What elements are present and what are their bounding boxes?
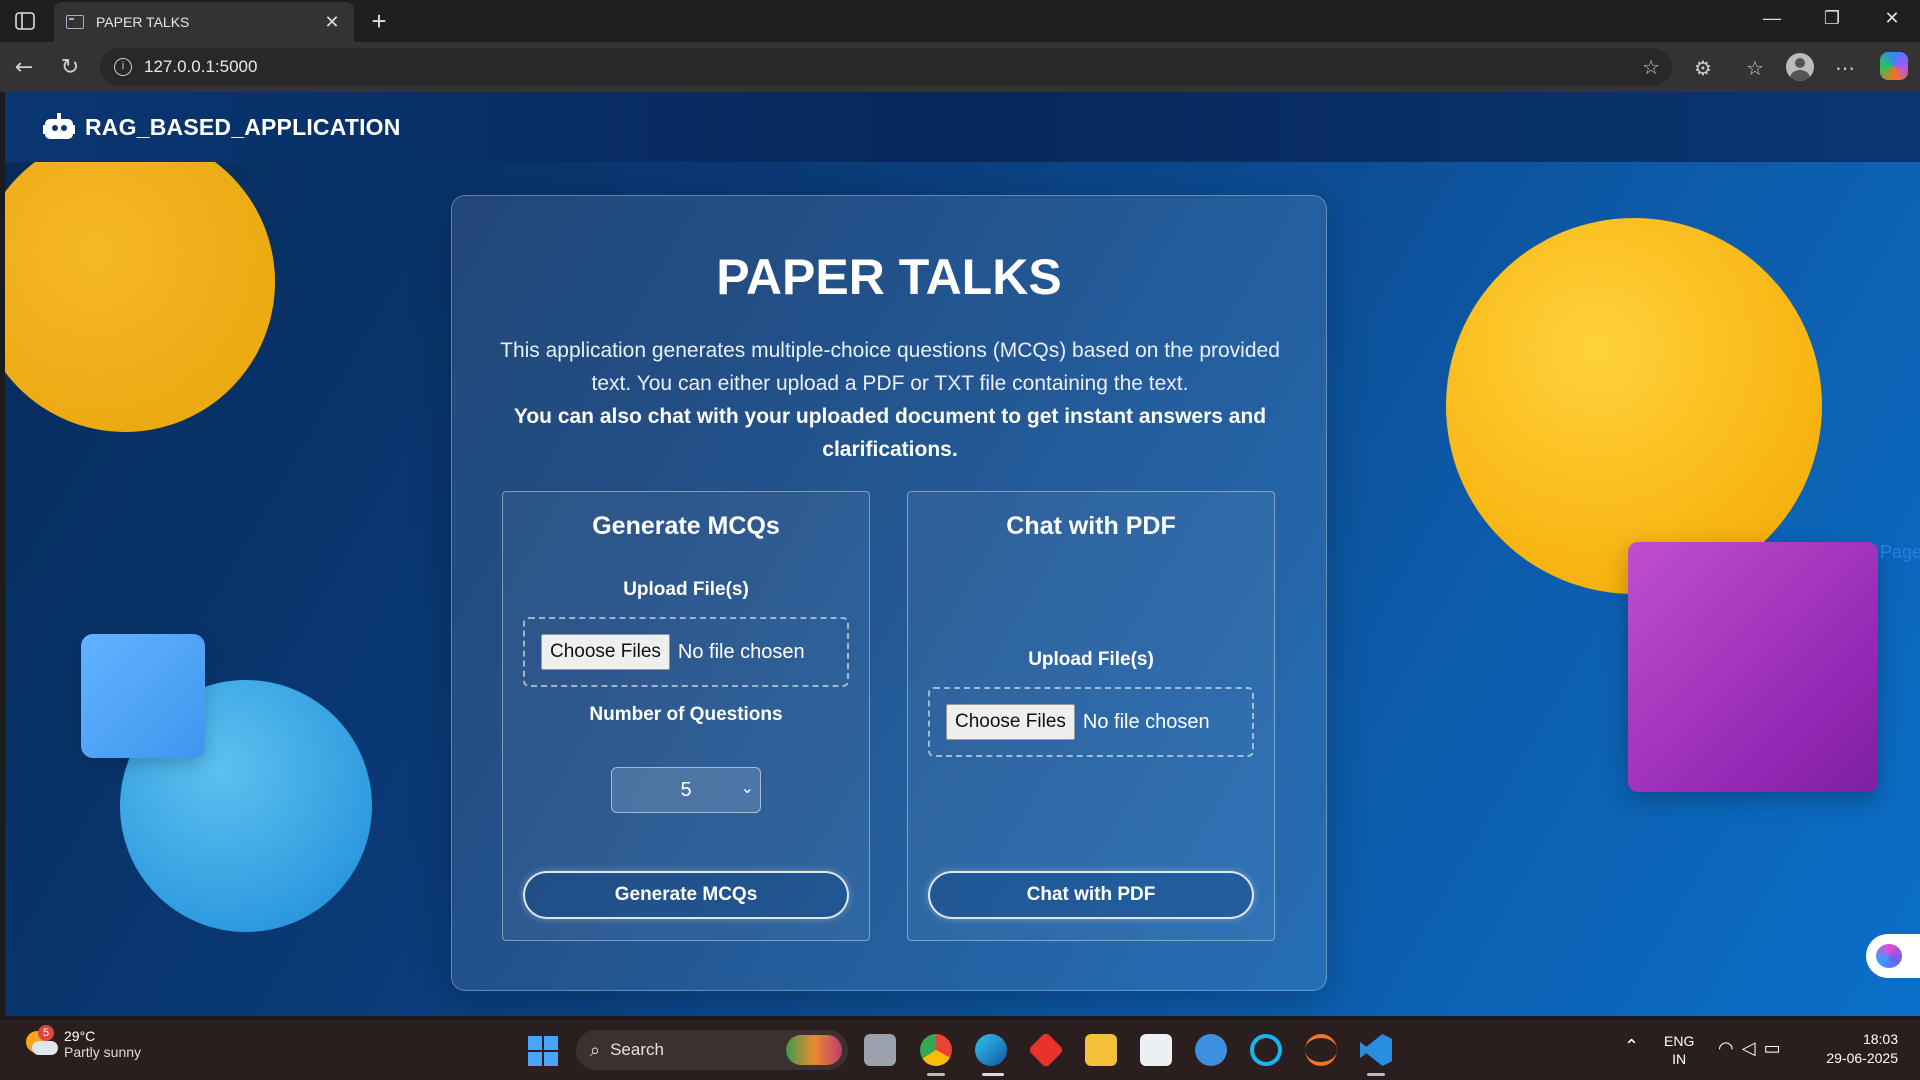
vscode-icon[interactable] <box>1360 1034 1392 1066</box>
decor-yellow-circle-right <box>1446 218 1822 594</box>
store-icon[interactable] <box>1140 1034 1172 1066</box>
tab-close-icon[interactable]: ✕ <box>322 12 342 33</box>
back-icon[interactable]: ← <box>10 54 38 82</box>
mcq-file-input[interactable]: Choose Files No file chosen <box>523 617 849 687</box>
questions-select[interactable]: 5 ⌄ <box>611 767 761 813</box>
new-tab-button[interactable]: + <box>364 6 394 36</box>
tab-title: PAPER TALKS <box>96 14 190 30</box>
app-description-bold: You can also chat with your uploaded doc… <box>513 405 1267 461</box>
mcq-file-status: No file chosen <box>677 640 805 663</box>
start-icon[interactable] <box>528 1036 558 1066</box>
lang-top: ENG <box>1664 1033 1695 1049</box>
generate-mcqs-button[interactable]: Generate MCQs <box>523 871 849 919</box>
mcq-choose-files-button[interactable]: Choose Files <box>541 634 670 670</box>
brand-title[interactable]: RAG_BASED_APPLICATION <box>85 114 401 141</box>
jupyter-icon[interactable] <box>1305 1034 1337 1066</box>
search-icon: ⌕ <box>590 1039 601 1061</box>
info-icon[interactable]: i <box>114 58 132 76</box>
questions-label: Number of Questions <box>589 704 783 725</box>
more-icon[interactable]: ⋯ <box>1830 53 1860 83</box>
main-card: PAPER TALKS This application generates m… <box>451 195 1327 991</box>
edge-active-indicator <box>982 1073 1004 1076</box>
chat-with-pdf-button[interactable]: Chat with PDF <box>928 871 1254 919</box>
star-icon[interactable]: ☆ <box>1642 55 1660 79</box>
chevron-down-icon: ⌄ <box>740 778 754 797</box>
weather-widget[interactable]: 5 29°C Partly sunny <box>24 1025 142 1060</box>
tray-chevron-icon[interactable]: ⌃ <box>1624 1036 1639 1057</box>
app-navbar: RAG_BASED_APPLICATION <box>5 92 1920 162</box>
chat-choose-files-button[interactable]: Choose Files <box>946 704 1075 740</box>
weather-desc: Partly sunny <box>64 1044 142 1060</box>
chrome-active-indicator <box>927 1073 945 1076</box>
weather-badge: 5 <box>38 1025 54 1041</box>
git-icon[interactable] <box>1027 1031 1065 1069</box>
lang-bottom: IN <box>1672 1051 1687 1067</box>
favicon-icon <box>66 15 84 29</box>
clock-date: 29-06-2025 <box>1826 1050 1898 1066</box>
decor-yellow-circle-left <box>5 132 275 432</box>
task-view-icon[interactable] <box>864 1034 896 1066</box>
restore-button[interactable]: ❐ <box>1812 8 1852 29</box>
tray-status-icons[interactable]: ◠◁▭ <box>1718 1038 1789 1059</box>
search-label: Search <box>610 1040 664 1059</box>
chrome-icon[interactable] <box>920 1034 952 1066</box>
profile-icon[interactable] <box>1786 53 1814 81</box>
chat-file-status: No file chosen <box>1082 710 1210 733</box>
weather-temp: 29°C <box>64 1028 96 1044</box>
chat-panel: Chat with PDF Upload File(s) Choose File… <box>907 491 1275 941</box>
decor-purple-square <box>1628 542 1878 792</box>
mcq-panel: Generate MCQs Upload File(s) Choose File… <box>502 491 870 941</box>
wifi-icon[interactable]: ◠ <box>1718 1038 1742 1058</box>
robot-icon <box>43 113 75 141</box>
browser-tab-bar: PAPER TALKS ✕ + — ❐ ✕ <box>0 0 1920 42</box>
clock-time: 18:03 <box>1862 1031 1898 1047</box>
search-highlight-image <box>786 1035 842 1065</box>
page-viewport: Page RAG_BASED_APPLICATION PAPER TALKS T… <box>5 92 1920 1016</box>
page-title: PAPER TALKS <box>716 249 1062 305</box>
browser-tab[interactable]: PAPER TALKS ✕ <box>54 2 354 42</box>
favorites-icon[interactable]: ☆ <box>1740 53 1770 83</box>
taskbar: 5 29°C Partly sunny ⌕ Search ⌃ ENG IN ◠◁… <box>0 1020 1920 1080</box>
file-explorer-icon[interactable] <box>1085 1034 1117 1066</box>
volume-icon[interactable]: ◁ <box>1742 1038 1764 1058</box>
address-bar-row: ← ↻ i 127.0.0.1:5000 ☆ ⚙ ☆ ⋯ <box>0 42 1920 92</box>
vscode-active-indicator <box>1367 1073 1385 1076</box>
copilot-icon[interactable] <box>1880 52 1908 80</box>
brain-icon <box>1876 944 1902 968</box>
chat-upload-label: Upload File(s) <box>1028 649 1154 670</box>
chat-panel-heading: Chat with PDF <box>1006 512 1176 540</box>
clock[interactable]: 18:03 29-06-2025 <box>1814 1030 1898 1068</box>
help-icon[interactable] <box>1195 1034 1227 1066</box>
cortana-icon[interactable] <box>1250 1034 1282 1066</box>
taskbar-search[interactable]: ⌕ Search <box>576 1030 848 1070</box>
refresh-icon[interactable]: ↻ <box>56 54 84 82</box>
url-input[interactable]: i 127.0.0.1:5000 ☆ <box>100 48 1672 86</box>
minimize-button[interactable]: — <box>1752 8 1792 29</box>
language-indicator[interactable]: ENG IN <box>1664 1032 1694 1068</box>
battery-icon[interactable]: ▭ <box>1764 1038 1789 1058</box>
weather-icon: 5 <box>24 1025 58 1059</box>
questions-select-value: 5 <box>680 778 692 801</box>
mcq-panel-heading: Generate MCQs <box>592 512 780 540</box>
app-description: This application generates multiple-choi… <box>500 339 1280 395</box>
url-text: 127.0.0.1:5000 <box>144 57 258 76</box>
decor-blue-square <box>81 634 205 758</box>
extensions-icon[interactable]: ⚙ <box>1688 53 1718 83</box>
page-peek-text: Page <box>1880 542 1920 562</box>
chat-file-input[interactable]: Choose Files No file chosen <box>928 687 1254 757</box>
sidebar-toggle-icon[interactable] <box>12 10 38 32</box>
mcq-upload-label: Upload File(s) <box>623 579 749 600</box>
edge-icon[interactable] <box>975 1034 1007 1066</box>
floating-assistant-button[interactable] <box>1866 934 1920 978</box>
close-window-button[interactable]: ✕ <box>1872 8 1912 29</box>
